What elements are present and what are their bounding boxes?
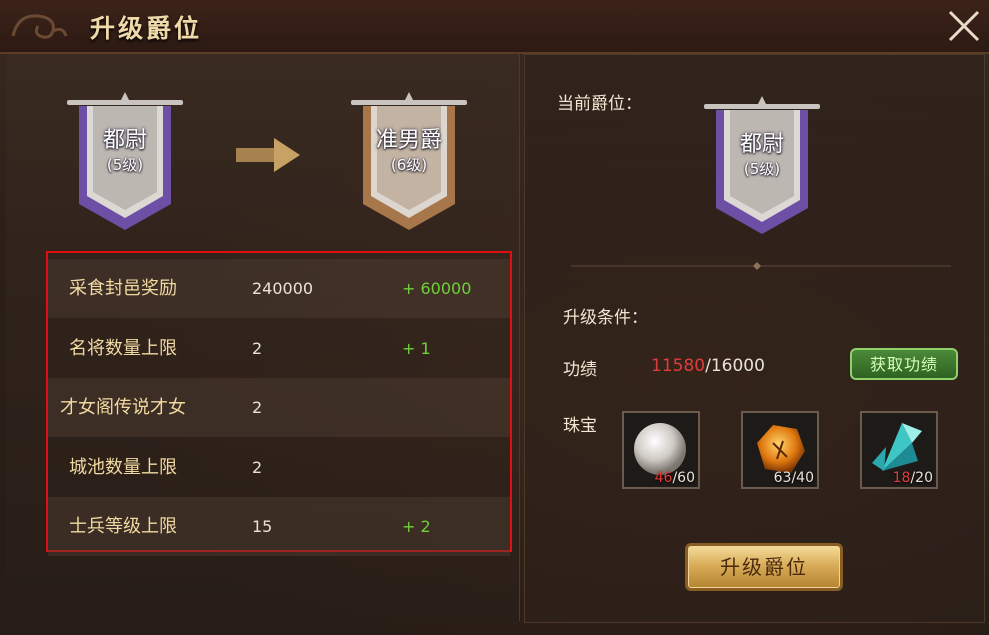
stat-label: 采食封邑奖励 — [69, 278, 177, 299]
stat-increase: + 60000 — [402, 279, 472, 298]
stat-increase: + 2 — [402, 517, 431, 536]
stat-value: 15 — [252, 517, 273, 536]
current-rank-banner: 都尉 (5级) — [65, 92, 185, 237]
stat-increase: + 1 — [402, 339, 431, 358]
next-rank-level: (6级) — [390, 156, 428, 174]
right-rank-level: (5级) — [743, 160, 781, 178]
table-row: 城池数量上限 2 — [48, 438, 510, 497]
table-row: 士兵等级上限 15 + 2 — [48, 497, 510, 556]
right-rank-name: 都尉 — [739, 132, 784, 157]
stat-label: 名将数量上限 — [69, 338, 177, 359]
jewel-count: 63/40 — [774, 470, 814, 486]
jewel-slot-pearl[interactable]: 46/60 — [622, 411, 700, 489]
stat-value: 240000 — [252, 279, 314, 298]
title-bar: 升级爵位 — [0, 0, 989, 54]
table-row: 采食封邑奖励 240000 + 60000 — [48, 259, 510, 318]
jewel-current: 46 — [654, 470, 673, 486]
upgrade-conditions-label: 升级条件： — [563, 308, 648, 328]
table-row: 才女阁传说才女 2 — [48, 378, 510, 437]
next-rank-banner: 准男爵 (6级) — [349, 92, 469, 237]
stat-value: 2 — [252, 339, 263, 358]
scroll-ornament-icon — [11, 14, 68, 39]
current-rank-display-banner: 都尉 (5级) — [702, 96, 822, 241]
jewel-label: 珠宝 — [563, 416, 597, 436]
jewel-required: 60 — [677, 470, 695, 486]
jewel-slot-crystal[interactable]: 18/20 — [860, 411, 938, 489]
current-rank-name: 都尉 — [102, 128, 147, 153]
merit-label: 功绩 — [563, 360, 597, 380]
jewel-required: 40 — [796, 470, 814, 486]
current-rank-label: 当前爵位： — [557, 94, 642, 114]
jewel-count: 46/60 — [655, 470, 695, 486]
merit-progress: 11580/16000 — [651, 356, 765, 376]
stat-label: 城池数量上限 — [69, 457, 177, 478]
next-rank-name: 准男爵 — [375, 128, 442, 153]
divider — [571, 262, 951, 270]
stat-value: 2 — [252, 398, 263, 417]
jewel-slot-amber[interactable]: 63/40 — [741, 411, 819, 489]
close-icon[interactable] — [944, 8, 984, 44]
stat-label: 士兵等级上限 — [69, 516, 177, 537]
get-merit-button[interactable]: 获取功绩 — [850, 348, 958, 380]
arrow-right-icon — [236, 138, 300, 172]
jewel-required: 20 — [915, 470, 933, 486]
merit-required: 16000 — [710, 356, 765, 376]
table-row: 名将数量上限 2 + 1 — [48, 319, 510, 378]
jewel-current: 63 — [773, 470, 792, 486]
jewel-count: 18/20 — [893, 470, 933, 486]
stat-label: 才女阁传说才女 — [60, 397, 186, 418]
window-title: 升级爵位 — [90, 14, 203, 43]
upgrade-rank-button[interactable]: 升级爵位 — [685, 543, 843, 591]
jewel-current: 18 — [892, 470, 911, 486]
current-rank-level: (5级) — [106, 156, 144, 174]
merit-current: 11580 — [651, 356, 706, 376]
stat-value: 2 — [252, 458, 263, 477]
rank-benefits-table: 采食封邑奖励 240000 + 60000 名将数量上限 2 + 1 才女阁传说… — [46, 251, 512, 556]
upgrade-rank-window: 升级爵位 都尉 (5级) 准男爵 (6级) 采食封邑奖励 240000 + 60… — [0, 0, 989, 635]
